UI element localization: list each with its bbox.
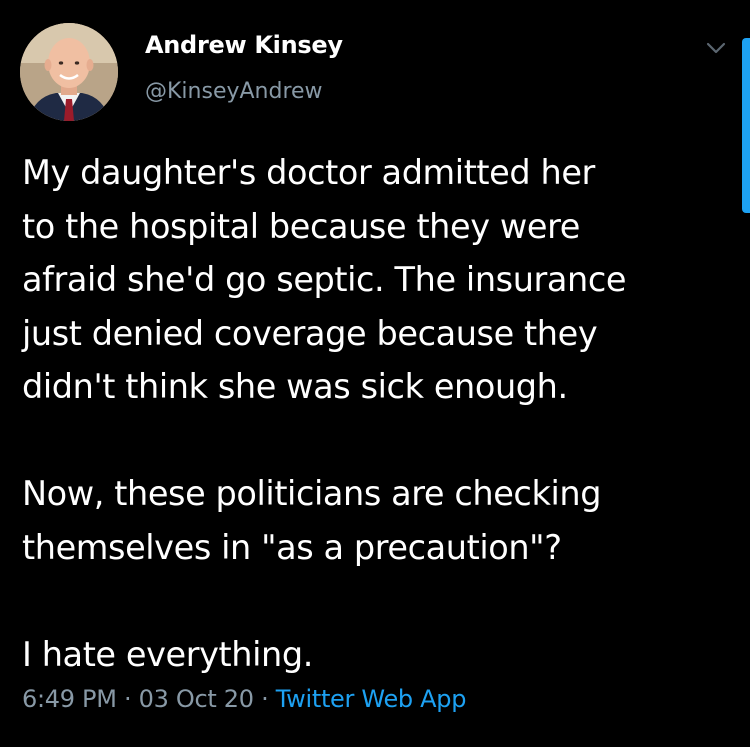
tweet-date[interactable]: 03 Oct 20	[139, 685, 254, 713]
tweet-text: My daughter's doctor admitted her to the…	[22, 146, 737, 681]
tweet-time[interactable]: 6:49 PM	[22, 685, 117, 713]
meta-separator: ·	[253, 685, 276, 713]
tweet-line: just denied coverage because they	[22, 313, 598, 353]
tweet-line: themselves in "as a precaution"?	[22, 527, 562, 567]
scrollbar-thumb[interactable]	[742, 38, 750, 213]
tweet-line: to the hospital because they were	[22, 206, 580, 246]
meta-separator: ·	[116, 685, 139, 713]
tweet-line: My daughter's doctor admitted her	[22, 153, 595, 192]
tweet-line: afraid she'd go septic. The insurance	[22, 260, 627, 299]
tweet-line: didn't think she was sick enough.	[22, 367, 568, 406]
chevron-down-icon[interactable]	[704, 38, 728, 58]
tweet-line: I hate everything.	[22, 634, 313, 674]
author-name[interactable]: Andrew Kinsey	[145, 31, 343, 59]
tweet: Andrew Kinsey @KinseyAndrew My daughter'…	[0, 0, 750, 747]
tweet-meta: 6:49 PM · 03 Oct 20 · Twitter Web App	[22, 685, 466, 713]
tweet-line: Now, these politicians are checking	[22, 474, 602, 513]
tweet-source-link[interactable]: Twitter Web App	[276, 685, 467, 713]
author-handle[interactable]: @KinseyAndrew	[145, 79, 323, 104]
avatar[interactable]	[20, 23, 118, 121]
